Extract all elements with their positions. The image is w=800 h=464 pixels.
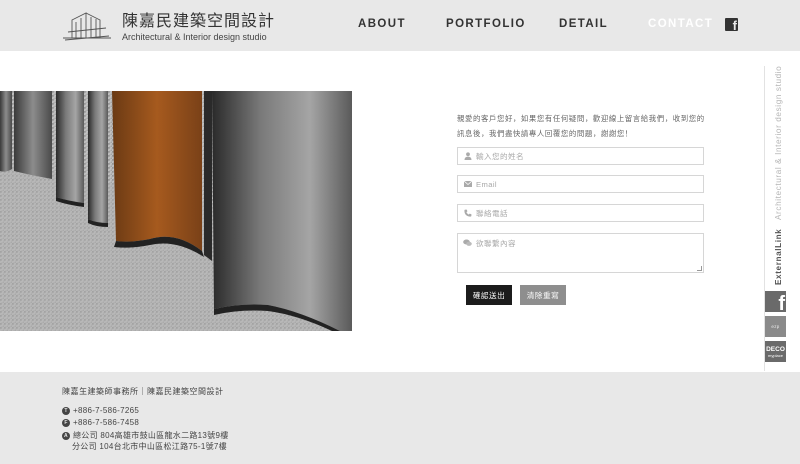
address-badge-icon: A <box>62 431 70 440</box>
envelope-icon <box>463 180 472 189</box>
user-icon <box>463 152 472 161</box>
sidebar-vertical-text: ExternalLink Architectural & Interior de… <box>774 65 783 285</box>
studio-label: Architectural & Interior design studio <box>774 65 783 220</box>
chat-icon <box>463 238 472 247</box>
phone-field[interactable]: 聯絡電話 <box>457 204 704 222</box>
footer-address: A 總公司 804高雄市鼓山區龍水二路13號9樓 <box>62 430 229 441</box>
footer-phone-number[interactable]: +886-7-586-7265 <box>73 406 139 415</box>
phone-badge-icon: T <box>62 406 70 415</box>
logo[interactable]: 陳嘉民建築空間設計 Architectural & Interior desig… <box>62 10 275 44</box>
footer-fax: F +886-7-586-7458 <box>62 418 139 427</box>
logo-title: 陳嘉民建築空間設計 <box>122 11 276 30</box>
nav-contact[interactable]: CONTACT <box>648 18 713 30</box>
external-link-label: ExternalLink <box>774 228 783 285</box>
name-placeholder: 輸入您的姓名 <box>476 151 524 161</box>
footer-fax-number: +886-7-586-7458 <box>73 418 140 427</box>
footer-phone: T +886-7-586-7265 <box>62 406 139 415</box>
fax-badge-icon: F <box>62 418 70 427</box>
reset-button[interactable]: 清除重寫 <box>520 285 566 305</box>
email-placeholder: Email <box>476 179 497 189</box>
footer-firm-name: 陳嘉玍建築師事務所｜陳嘉民建築空間設計 <box>62 387 224 396</box>
site-footer: 陳嘉玍建築師事務所｜陳嘉民建築空間設計 T +886-7-586-7265 F … <box>0 372 800 464</box>
contact-page: 陳嘉民建築空間設計 Architectural & Interior desig… <box>0 0 800 464</box>
nav-detail[interactable]: DETAIL <box>559 18 608 30</box>
email-field[interactable]: Email <box>457 175 704 193</box>
deco-sub-label: myplace <box>768 352 783 358</box>
nav-portfolio[interactable]: PORTFOLIO <box>446 18 526 30</box>
footer-address-hq: 總公司 804高雄市鼓山區龍水二路13號9樓 <box>73 431 229 440</box>
phone-icon <box>463 209 472 218</box>
contact-intro: 親愛的客戶您好，如果您有任何疑問，歡迎線上留言給我們，收到您的訊息後，我們盡快請… <box>457 114 705 138</box>
hero-photo <box>0 91 352 331</box>
footer-address-branch: 分公司 104台北市中山區松江路75-1號7樓 <box>72 442 227 451</box>
sidebar-facebook-icon[interactable]: f <box>765 291 786 312</box>
deco-label: DECO <box>766 345 785 353</box>
logo-subtitle: Architectural & Interior design studio <box>122 32 267 42</box>
site-header: 陳嘉民建築空間設計 Architectural & Interior desig… <box>0 0 800 51</box>
logo-mark-icon <box>63 12 111 41</box>
name-field[interactable]: 輸入您的姓名 <box>457 147 704 165</box>
ezp-label: ezp <box>771 324 780 329</box>
submit-button[interactable]: 確認送出 <box>466 285 512 305</box>
nav-about[interactable]: ABOUT <box>358 18 406 30</box>
message-placeholder: 欲聯繫內容 <box>476 239 516 248</box>
facebook-icon[interactable]: f <box>725 18 738 31</box>
steel-panels-image <box>0 91 352 331</box>
resize-handle[interactable] <box>697 266 702 271</box>
sidebar-ezp-icon[interactable]: ezp <box>765 316 786 337</box>
sidebar-deco-icon[interactable]: DECO myplace <box>765 341 786 362</box>
phone-placeholder: 聯絡電話 <box>476 208 508 218</box>
message-field[interactable]: 欲聯繫內容 <box>457 233 704 273</box>
